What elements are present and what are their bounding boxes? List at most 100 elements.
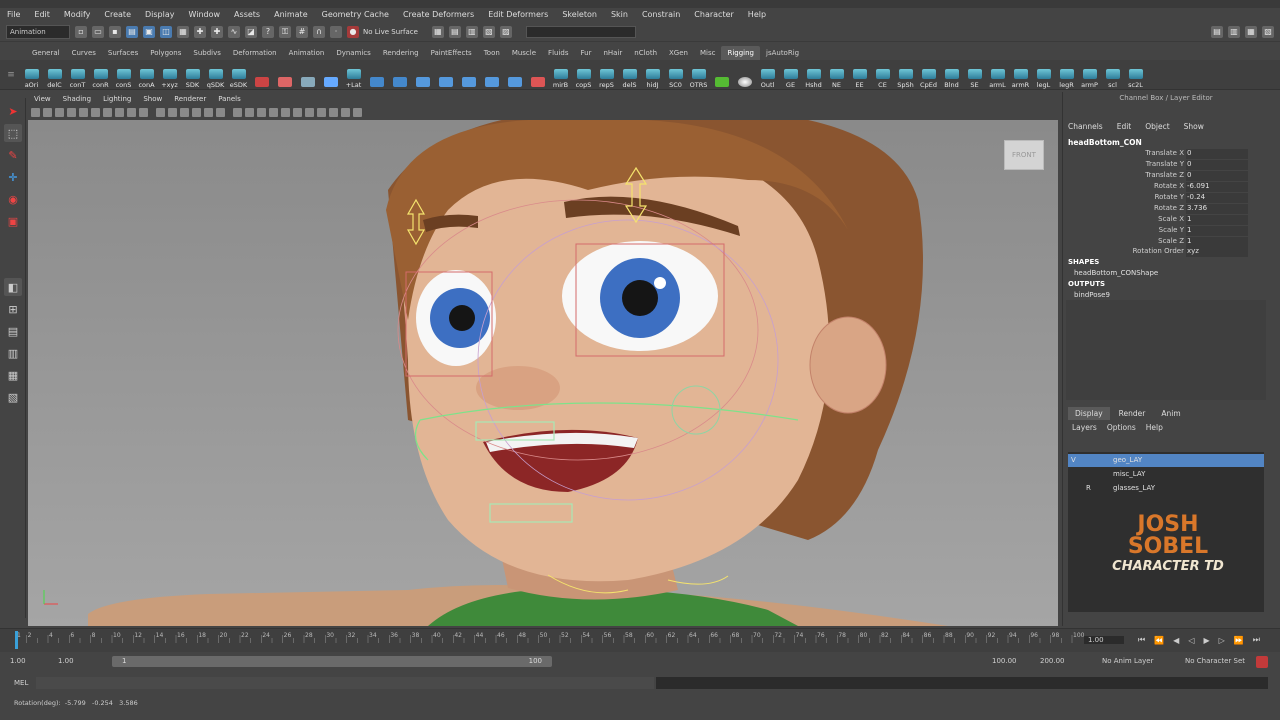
snap-point-icon[interactable]: · xyxy=(330,25,342,38)
rotate-tool-icon[interactable]: ◉ xyxy=(4,190,22,208)
shelf-button[interactable]: +xyz xyxy=(158,61,181,89)
shelf-button[interactable] xyxy=(733,61,756,89)
layout-graph-icon[interactable]: ▥ xyxy=(4,344,22,362)
safe-action-icon[interactable] xyxy=(139,108,148,117)
pick-handles-icon[interactable]: ✚ xyxy=(194,25,206,38)
command-input[interactable] xyxy=(36,677,654,689)
camera-attributes-icon[interactable] xyxy=(43,108,52,117)
attribute-row[interactable]: Rotate X -6.091 xyxy=(1068,182,1248,193)
shelf-button[interactable] xyxy=(388,61,411,89)
shelf-button[interactable]: conA xyxy=(135,61,158,89)
shelf-button[interactable]: conT xyxy=(66,61,89,89)
shelf-button[interactable]: repS xyxy=(595,61,618,89)
shelf-button[interactable]: sc2L xyxy=(1124,61,1147,89)
show-icon[interactable] xyxy=(341,108,350,117)
layout-single-icon[interactable]: ◧ xyxy=(4,278,22,296)
shelf-tab-surfaces[interactable]: Surfaces xyxy=(102,46,144,60)
select-tool-icon[interactable]: ➤ xyxy=(4,102,22,120)
layout-four-icon[interactable]: ⊞ xyxy=(4,300,22,318)
menu-edit-deformers[interactable]: Edit Deformers xyxy=(481,8,555,22)
auto-key-icon[interactable] xyxy=(1256,656,1268,668)
play-forward-icon[interactable]: ▶ xyxy=(1203,636,1209,645)
shelf-tab-dynamics[interactable]: Dynamics xyxy=(330,46,377,60)
attribute-editor-toggle-icon[interactable]: ▤ xyxy=(1211,25,1223,38)
shelf-button[interactable]: copS xyxy=(572,61,595,89)
menu-geometry-cache[interactable]: Geometry Cache xyxy=(315,8,396,22)
shelf-tab-polygons[interactable]: Polygons xyxy=(144,46,187,60)
layout-toggle-icon[interactable]: ▧ xyxy=(1262,25,1274,38)
shelf-tab-misc[interactable]: Misc xyxy=(694,46,721,60)
viewport-menu-lighting[interactable]: Lighting xyxy=(97,93,137,105)
layer-row[interactable]: Vgeo_LAY xyxy=(1068,454,1264,467)
smooth-shade-icon[interactable] xyxy=(168,108,177,117)
menu-create-deformers[interactable]: Create Deformers xyxy=(396,8,481,22)
layer-tab-render[interactable]: Render xyxy=(1112,407,1153,420)
anti-alias-icon[interactable] xyxy=(317,108,326,117)
shelf-tab-fur[interactable]: Fur xyxy=(575,46,598,60)
channel-box-menu-channels[interactable]: Channels xyxy=(1068,122,1103,131)
layer-tab-display[interactable]: Display xyxy=(1068,407,1110,420)
shelf-button[interactable] xyxy=(296,61,319,89)
shelf-tab-toon[interactable]: Toon xyxy=(478,46,506,60)
shelf-button[interactable]: legL xyxy=(1032,61,1055,89)
select-hierarchy-icon[interactable]: ▤ xyxy=(126,25,138,38)
lights-icon[interactable] xyxy=(204,108,213,117)
xray-icon[interactable] xyxy=(233,108,242,117)
lasso-tool-icon[interactable]: ⬚ xyxy=(4,124,22,142)
shelf-button[interactable] xyxy=(319,61,342,89)
viewport[interactable]: FRONT xyxy=(28,120,1058,626)
menu-modify[interactable]: Modify xyxy=(57,8,98,22)
shelf-button[interactable] xyxy=(526,61,549,89)
field-chart-icon[interactable] xyxy=(127,108,136,117)
ipr-render-icon[interactable]: ▥ xyxy=(465,25,478,38)
viewport-menu-shading[interactable]: Shading xyxy=(57,93,97,105)
menu-edit[interactable]: Edit xyxy=(27,8,57,22)
tool-settings-toggle-icon[interactable]: ▥ xyxy=(1228,25,1240,38)
layer-row[interactable]: misc_LAY xyxy=(1068,468,1264,481)
shelf-button[interactable]: SC0 xyxy=(664,61,687,89)
shelf-tab-curves[interactable]: Curves xyxy=(66,46,102,60)
image-plane-icon[interactable] xyxy=(67,108,76,117)
step-back-frame-icon[interactable]: ◀ xyxy=(1173,636,1179,645)
shelf-button[interactable]: +Lat xyxy=(342,61,365,89)
step-forward-frame-icon[interactable]: ▷ xyxy=(1219,636,1225,645)
shelf-button[interactable]: eSDK xyxy=(227,61,250,89)
shelf-button[interactable]: SpSh xyxy=(894,61,917,89)
go-to-end-icon[interactable]: ⏭ xyxy=(1253,635,1260,645)
layout-custom-icon[interactable]: ▧ xyxy=(4,388,22,406)
render-frame-icon[interactable]: ▤ xyxy=(448,25,461,38)
playback-start-field[interactable]: 1.00 xyxy=(10,657,26,665)
shelf-button[interactable]: armL xyxy=(986,61,1009,89)
shelf-tab-jsautorig[interactable]: jsAutoRig xyxy=(760,46,805,60)
shelf-button[interactable]: conR xyxy=(89,61,112,89)
gate-mask-icon[interactable] xyxy=(115,108,124,117)
character-set-dropdown[interactable]: No Character Set xyxy=(1185,657,1245,665)
current-time-marker[interactable] xyxy=(15,631,18,649)
camera-icon[interactable] xyxy=(353,108,362,117)
step-forward-key-icon[interactable]: ⏩ xyxy=(1234,636,1244,645)
shelf-button[interactable]: Blnd xyxy=(940,61,963,89)
attribute-row[interactable]: Rotate Z 3.736 xyxy=(1068,204,1248,215)
shelf-button[interactable]: aOri xyxy=(20,61,43,89)
layout-outliner-icon[interactable]: ▤ xyxy=(4,322,22,340)
shelf-tab-xgen[interactable]: XGen xyxy=(663,46,694,60)
shelf-button[interactable] xyxy=(411,61,434,89)
shelf-button[interactable]: hidJ xyxy=(641,61,664,89)
current-frame-field[interactable]: 1.00 xyxy=(1084,636,1124,644)
menu-display[interactable]: Display xyxy=(138,8,182,22)
new-scene-icon[interactable]: ▫ xyxy=(75,25,87,38)
shelf-button[interactable]: Hshd xyxy=(802,61,825,89)
backface-icon[interactable] xyxy=(269,108,278,117)
attribute-row[interactable]: Translate Z0 xyxy=(1068,171,1248,182)
layer-menu-help[interactable]: Help xyxy=(1146,423,1163,432)
viewport-menu-show[interactable]: Show xyxy=(137,93,168,105)
snap-grid-icon[interactable]: # xyxy=(296,25,308,38)
shelf-button[interactable]: delS xyxy=(618,61,641,89)
shelf-menu-icon[interactable]: ≡ xyxy=(6,66,16,84)
menu-skeleton[interactable]: Skeleton xyxy=(555,8,604,22)
shelf-button[interactable]: mirB xyxy=(549,61,572,89)
pick-surfaces-icon[interactable]: ◪ xyxy=(245,25,257,38)
history-icon[interactable]: ▦ xyxy=(431,25,444,38)
menu-character[interactable]: Character xyxy=(687,8,741,22)
viewport-menu-view[interactable]: View xyxy=(28,93,57,105)
